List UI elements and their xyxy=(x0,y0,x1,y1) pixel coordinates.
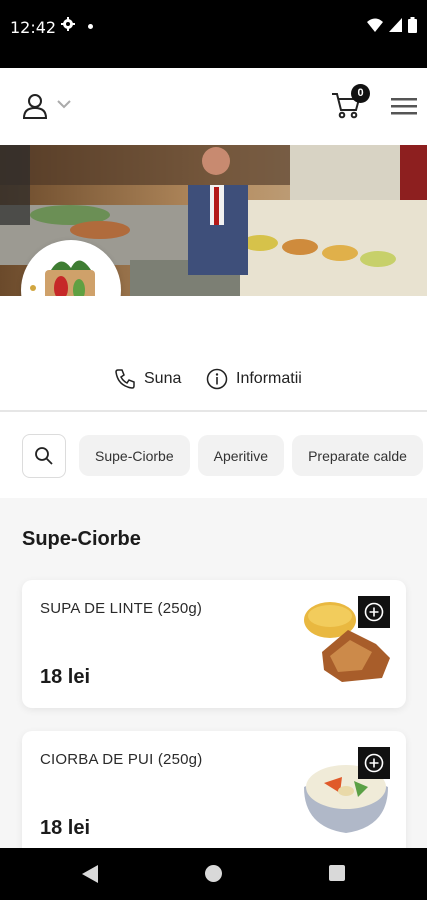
category-chip[interactable]: Aperitive xyxy=(197,435,285,476)
signal-icon xyxy=(389,18,402,32)
chevron-down-icon[interactable] xyxy=(57,100,71,109)
call-label: Suna xyxy=(144,370,182,387)
add-to-cart-button[interactable] xyxy=(358,596,390,628)
add-icon xyxy=(364,753,384,773)
notification-dot xyxy=(88,24,93,29)
battery-icon xyxy=(408,17,417,33)
category-chip[interactable]: Supe-Ciorbe xyxy=(79,435,190,476)
product-name: CIORBA DE PUI (250g) xyxy=(40,751,203,768)
info-icon xyxy=(206,368,228,390)
add-icon xyxy=(364,602,384,622)
back-icon[interactable] xyxy=(82,865,98,883)
call-button[interactable]: Suna xyxy=(114,368,181,390)
info-label: Informatii xyxy=(236,370,302,387)
product-card[interactable]: SUPA DE LINTE (250g) 18 lei xyxy=(22,580,406,708)
add-to-cart-button[interactable] xyxy=(358,747,390,779)
system-nav-bar xyxy=(0,848,427,900)
user-icon[interactable] xyxy=(22,93,48,119)
status-time: 12:42 xyxy=(10,18,57,37)
category-chip[interactable]: Preparate calde xyxy=(292,435,423,476)
category-chips: Supe-Ciorbe Aperitive Preparate calde xyxy=(79,435,423,476)
info-button[interactable]: Informatii xyxy=(206,368,302,390)
restaurant-info-panel: Suna Informatii xyxy=(0,296,427,410)
search-button[interactable] xyxy=(22,434,66,478)
product-card[interactable]: CIORBA DE PUI (250g) 18 lei xyxy=(22,731,406,859)
status-bar: 12:42 xyxy=(0,0,427,68)
wifi-icon xyxy=(367,18,383,32)
product-price: 18 lei xyxy=(40,817,91,839)
settings-icon xyxy=(61,17,75,31)
product-name: SUPA DE LINTE (250g) xyxy=(40,600,203,617)
category-filter-bar: Supe-Ciorbe Aperitive Preparate calde xyxy=(0,412,427,498)
product-price: 18 lei xyxy=(40,666,91,688)
home-icon[interactable] xyxy=(205,865,222,882)
search-icon xyxy=(35,447,53,465)
phone-icon xyxy=(115,369,135,389)
cart-count-badge: 0 xyxy=(351,84,370,103)
recent-apps-icon[interactable] xyxy=(329,865,345,881)
section-title: Supe-Ciorbe xyxy=(22,528,141,550)
menu-icon[interactable] xyxy=(391,98,417,115)
status-indicators xyxy=(367,17,417,33)
app-header: 0 xyxy=(0,68,427,145)
